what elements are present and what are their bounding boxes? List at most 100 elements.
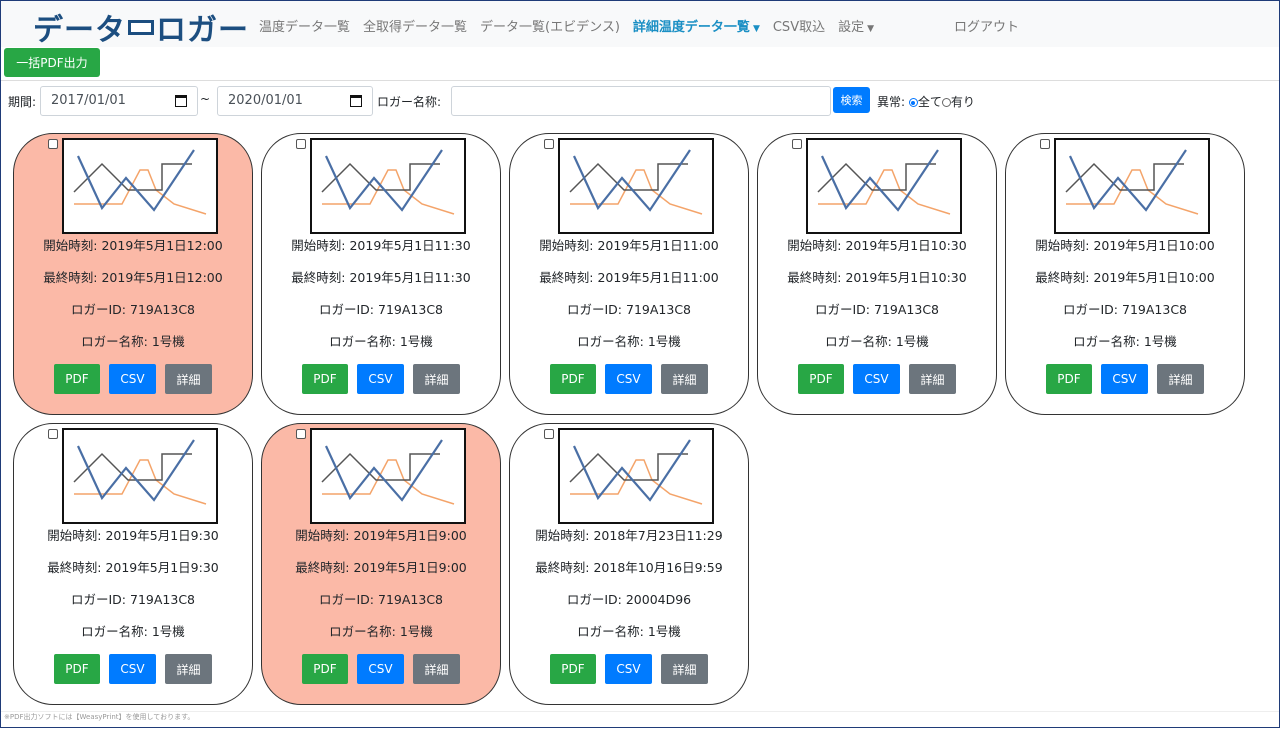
end-time: 最終時刻: 2018年10月16日9:59	[510, 557, 748, 576]
date-from-input[interactable]: 2017/01/01	[40, 86, 198, 116]
radio-all[interactable]	[908, 98, 918, 107]
nav-settings[interactable]: 設定 ▼	[838, 16, 874, 35]
start-time-label: 開始時刻:	[535, 528, 594, 543]
logger-id: ロガーID: 20004D96	[510, 589, 748, 608]
end-time-label: 最終時刻:	[47, 560, 106, 575]
chart-thumbnail	[558, 138, 714, 234]
pdf-button[interactable]: PDF	[54, 654, 100, 684]
logger-id-label: ロガーID:	[1063, 302, 1122, 317]
logger-id-label: ロガーID:	[319, 302, 378, 317]
nav-temperature-list[interactable]: 温度データ一覧	[259, 16, 350, 35]
thumbnail-chart	[321, 149, 455, 215]
search-button[interactable]: 検索	[833, 87, 870, 113]
pdf-button[interactable]: PDF	[1046, 364, 1092, 394]
radio-all-label[interactable]: 全て	[918, 95, 942, 109]
csv-button[interactable]: CSV	[109, 654, 156, 684]
logger-name: ロガー名称: 1号機	[758, 331, 996, 350]
nav-all-data-list[interactable]: 全取得データ一覧	[363, 16, 467, 35]
logger-name-value: 1号機	[151, 334, 185, 349]
logger-name-input[interactable]	[451, 86, 831, 116]
logger-card: 開始時刻: 2019年5月1日11:30 最終時刻: 2019年5月1日11:3…	[261, 133, 501, 415]
logger-id-label: ロガーID:	[567, 302, 626, 317]
detail-button[interactable]: 詳細	[165, 364, 212, 394]
csv-button[interactable]: CSV	[605, 654, 652, 684]
start-time: 開始時刻: 2019年5月1日10:30	[758, 235, 996, 254]
select-checkbox[interactable]	[544, 139, 554, 149]
logger-id-label: ロガーID:	[319, 592, 378, 607]
end-time: 最終時刻: 2019年5月1日11:30	[262, 267, 500, 286]
logger-id: ロガーID: 719A13C8	[510, 299, 748, 318]
detail-button[interactable]: 詳細	[909, 364, 956, 394]
nav-evidence-list[interactable]: データ一覧(エビデンス)	[480, 16, 620, 35]
bulk-pdf-button[interactable]: 一括PDF出力	[4, 48, 100, 77]
calendar-icon[interactable]	[350, 95, 362, 107]
detail-button[interactable]: 詳細	[1157, 364, 1204, 394]
csv-button[interactable]: CSV	[109, 364, 156, 394]
detail-button[interactable]: 詳細	[413, 364, 460, 394]
end-time-label: 最終時刻:	[43, 270, 102, 285]
pdf-button[interactable]: PDF	[302, 654, 348, 684]
select-checkbox[interactable]	[792, 139, 802, 149]
logger-name-value: 1号機	[647, 624, 681, 639]
end-time-value: 2018年10月16日9:59	[593, 560, 723, 575]
select-checkbox[interactable]	[544, 429, 554, 439]
thumbnail-chart	[73, 149, 207, 215]
csv-button[interactable]: CSV	[605, 364, 652, 394]
nav-settings-label: 設定	[838, 20, 865, 35]
brand-logo[interactable]: データ ロガー	[33, 5, 249, 49]
logger-id-value: 20004D96	[625, 592, 692, 607]
select-checkbox[interactable]	[48, 139, 58, 149]
date-to-input[interactable]: 2020/01/01	[217, 86, 373, 116]
pdf-button[interactable]: PDF	[550, 364, 596, 394]
logger-card: 開始時刻: 2019年5月1日9:30 最終時刻: 2019年5月1日9:30 …	[13, 423, 253, 705]
radio-yes[interactable]	[941, 98, 951, 107]
start-time: 開始時刻: 2019年5月1日9:00	[262, 525, 500, 544]
radio-yes-label[interactable]: 有り	[951, 95, 975, 109]
logger-name: ロガー名称: 1号機	[262, 331, 500, 350]
select-checkbox[interactable]	[1040, 139, 1050, 149]
logger-card: 開始時刻: 2019年5月1日9:00 最終時刻: 2019年5月1日9:00 …	[261, 423, 501, 705]
logger-name-label: ロガー名称:	[329, 334, 400, 349]
pdf-button[interactable]: PDF	[54, 364, 100, 394]
start-time-value: 2019年5月1日9:30	[105, 528, 219, 543]
detail-button[interactable]: 詳細	[661, 654, 708, 684]
select-checkbox[interactable]	[48, 429, 58, 439]
nav-csv-import[interactable]: CSV取込	[773, 16, 825, 35]
calendar-icon[interactable]	[175, 95, 187, 107]
start-time-label: 開始時刻:	[787, 238, 846, 253]
detail-button[interactable]: 詳細	[661, 364, 708, 394]
thumbnail-chart	[1065, 149, 1199, 215]
nav-detail-label: 詳細温度データ一覧	[632, 20, 750, 35]
abnormal-filter: 異常: 全て 有り	[877, 93, 975, 110]
logger-id: ロガーID: 719A13C8	[14, 589, 252, 608]
csv-button[interactable]: CSV	[853, 364, 900, 394]
abnormal-label: 異常:	[877, 95, 906, 109]
thumbnail-chart	[817, 149, 951, 215]
end-time-value: 2019年5月1日11:00	[597, 270, 719, 285]
end-time: 最終時刻: 2019年5月1日10:00	[1006, 267, 1244, 286]
logger-id: ロガーID: 719A13C8	[262, 589, 500, 608]
logout-link[interactable]: ログアウト	[954, 16, 1019, 35]
logger-id: ロガーID: 719A13C8	[262, 299, 500, 318]
logger-name-value: 1号機	[399, 334, 433, 349]
detail-button[interactable]: 詳細	[165, 654, 212, 684]
csv-button[interactable]: CSV	[357, 654, 404, 684]
logger-name-label: ロガー名称:	[329, 624, 400, 639]
select-checkbox[interactable]	[296, 429, 306, 439]
csv-button[interactable]: CSV	[357, 364, 404, 394]
start-time-value: 2019年5月1日9:00	[353, 528, 467, 543]
start-time-value: 2019年5月1日10:30	[845, 238, 967, 253]
select-checkbox[interactable]	[296, 139, 306, 149]
logger-id-label: ロガーID:	[566, 592, 626, 607]
pdf-button[interactable]: PDF	[550, 654, 596, 684]
pdf-button[interactable]: PDF	[798, 364, 844, 394]
nav-detail-temperature-list[interactable]: 詳細温度データ一覧 ▼	[633, 16, 760, 35]
logger-card: 開始時刻: 2018年7月23日11:29 最終時刻: 2018年10月16日9…	[509, 423, 749, 705]
pdf-button[interactable]: PDF	[302, 364, 348, 394]
chart-thumbnail	[310, 428, 466, 524]
start-time: 開始時刻: 2019年5月1日11:30	[262, 235, 500, 254]
divider	[1, 80, 1279, 81]
csv-button[interactable]: CSV	[1101, 364, 1148, 394]
detail-button[interactable]: 詳細	[413, 654, 460, 684]
logger-name-label: ロガー名称:	[825, 334, 896, 349]
